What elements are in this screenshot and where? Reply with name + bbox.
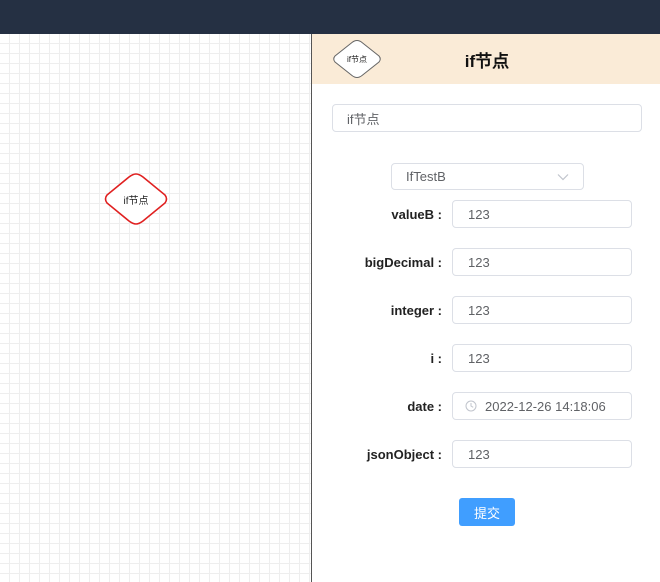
header-node-label: if节点 <box>347 54 367 64</box>
field-input-integer[interactable]: 123 <box>452 296 632 324</box>
field-label-integer: integer : <box>390 302 442 318</box>
properties-panel: if节点 if节点 if节点 IfTestB valueB : 123 bigD… <box>312 34 660 582</box>
clock-icon <box>465 400 477 412</box>
field-label-bigdecimal: bigDecimal : <box>364 254 442 270</box>
class-select-value: IfTestB <box>406 169 446 184</box>
field-label-date: date : <box>407 398 442 414</box>
flow-canvas[interactable]: if节点 <box>0 34 311 582</box>
field-input-date[interactable]: 2022-12-26 14:18:06 <box>452 392 632 420</box>
field-label-valueb: valueB : <box>391 206 442 222</box>
node-name-input[interactable]: if节点 <box>332 104 642 132</box>
top-bar <box>0 0 660 34</box>
class-select[interactable]: IfTestB <box>391 163 584 190</box>
field-input-valueb[interactable]: 123 <box>452 200 632 228</box>
chevron-down-icon <box>557 171 569 183</box>
date-value: 2022-12-26 14:18:06 <box>485 398 606 414</box>
field-input-jsonobject[interactable]: 123 <box>452 440 632 468</box>
header-node-preview: if节点 <box>331 39 383 79</box>
field-input-i[interactable]: 123 <box>452 344 632 372</box>
canvas-if-node[interactable]: if节点 <box>103 172 169 226</box>
panel-title: if节点 <box>464 51 510 71</box>
submit-button[interactable]: 提交 <box>459 498 515 526</box>
panel-header: if节点 if节点 <box>312 34 660 84</box>
field-input-bigdecimal[interactable]: 123 <box>452 248 632 276</box>
field-label-i: i : <box>430 350 442 366</box>
field-label-jsonobject: jsonObject : <box>366 446 442 462</box>
canvas-node-label: if节点 <box>123 195 149 207</box>
